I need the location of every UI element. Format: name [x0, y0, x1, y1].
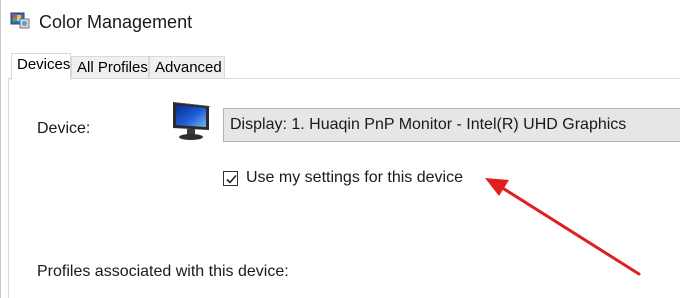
tab-devices[interactable]: Devices	[11, 53, 71, 80]
tab-advanced[interactable]: Advanced	[149, 56, 225, 79]
tab-all-profiles[interactable]: All Profiles	[71, 56, 149, 79]
title-bar: Color Management	[1, 0, 680, 44]
use-my-settings-row[interactable]: Use my settings for this device	[223, 167, 463, 189]
monitor-icon	[169, 98, 215, 144]
tab-strip: Devices All Profiles Advanced	[1, 53, 680, 80]
use-my-settings-label: Use my settings for this device	[246, 169, 463, 186]
profiles-associated-label: Profiles associated with this device:	[37, 263, 289, 280]
window-title: Color Management	[39, 12, 193, 32]
device-label: Device:	[37, 120, 91, 137]
device-select[interactable]: Display: 1. Huaqin PnP Monitor - Intel(R…	[223, 108, 680, 142]
color-management-window: Color Management Devices All Profiles Ad…	[0, 0, 680, 298]
color-management-icon	[10, 10, 30, 30]
red-arrow-annotation	[471, 168, 651, 283]
use-my-settings-checkbox[interactable]	[223, 170, 238, 186]
